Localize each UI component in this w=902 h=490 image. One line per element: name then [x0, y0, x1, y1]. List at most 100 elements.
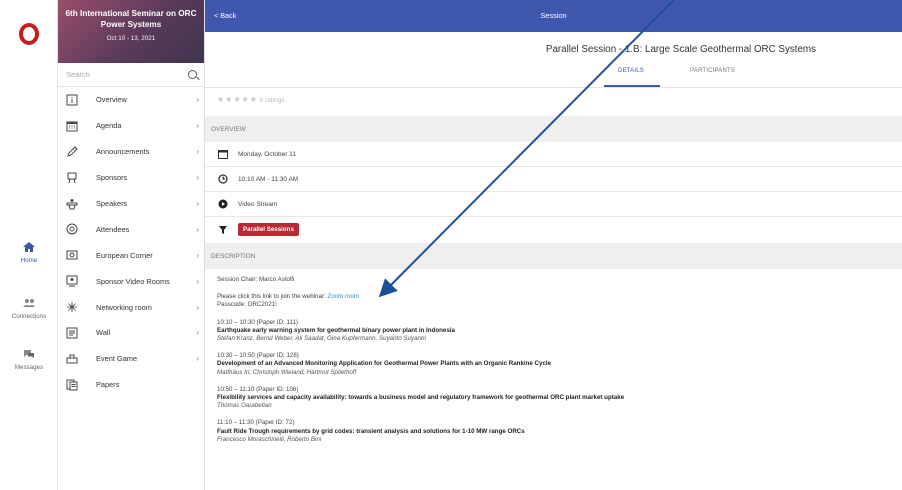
rail-messages[interactable]: Messages	[0, 347, 58, 371]
rail-messages-label: Messages	[14, 364, 44, 371]
sidebar-item-networking-room[interactable]: Networking room ›	[58, 294, 204, 320]
sidebar-item-speakers[interactable]: Speakers ›	[58, 191, 204, 217]
zoom-room-link[interactable]: Zoom room	[327, 293, 359, 300]
search-placeholder: Search	[66, 70, 90, 79]
sidebar-item-sponsors[interactable]: Sponsors ›	[58, 165, 204, 191]
sidebar-item-label: Sponsors	[96, 173, 128, 183]
sidebar-item-label: Sponsor Video Rooms	[96, 276, 170, 286]
chevron-right-icon: ›	[196, 328, 199, 338]
video-screen-icon	[65, 274, 79, 288]
wall-post-icon	[65, 326, 79, 340]
session-header: < Back Session	[205, 0, 902, 32]
star-rating-icon[interactable]: ★★★★★	[217, 95, 258, 104]
sidebar-item-label: Wall	[96, 328, 111, 338]
sidebar-item-european-corner[interactable]: European Corner ›	[58, 242, 204, 268]
rating-bar[interactable]: ★★★★★ 0 ratings	[217, 95, 285, 104]
home-icon	[23, 242, 35, 252]
clock-icon	[218, 174, 228, 184]
sidebar-item-label: Overview	[96, 95, 127, 105]
sidebar-item-papers[interactable]: Papers	[58, 372, 204, 398]
tab-participants[interactable]: PARTICIPANTS	[690, 68, 735, 74]
tab-details[interactable]: DETAILS	[618, 68, 644, 74]
app-logo	[19, 23, 39, 45]
event-dates: Oct 10 - 13, 2021	[106, 35, 156, 42]
sidebar-item-wall[interactable]: Wall ›	[58, 320, 204, 346]
sidebar-item-sponsor-video-rooms[interactable]: Sponsor Video Rooms ›	[58, 268, 204, 294]
sidebar-item-label: Speakers	[96, 199, 128, 208]
paper-title: Development of an Advanced Monitoring Ap…	[217, 360, 552, 368]
badge-icon	[65, 222, 79, 236]
session-title: Parallel Session - 1.B: Large Scale Geot…	[545, 44, 816, 55]
sidebar-item-event-game[interactable]: Event Game ›	[58, 346, 204, 372]
event-banner: 6th International Seminar on ORC Power S…	[58, 0, 204, 63]
session-time: 10:10 AM - 11:30 AM	[238, 175, 299, 183]
session-details: Parallel Session - 1.B: Large Scale Geot…	[205, 32, 902, 490]
chevron-right-icon: ›	[196, 250, 199, 260]
overview-section-header: OVERVIEW	[205, 116, 902, 142]
passcode: Passcode: ORC2021!	[217, 301, 277, 309]
sidebar-item-attendees[interactable]: Attendees ›	[58, 216, 204, 242]
sidebar-item-announcements[interactable]: Announcements ›	[58, 139, 204, 165]
calendar-icon	[65, 119, 79, 133]
chevron-right-icon: ›	[196, 276, 199, 286]
paper-slot: 10:30 – 10:50 (Paper ID: 128)	[217, 352, 299, 360]
chevron-right-icon: ›	[196, 95, 199, 105]
event-sidebar: 6th International Seminar on ORC Power S…	[58, 0, 205, 490]
video-stream-row[interactable]: Video Stream	[205, 192, 902, 217]
sidebar-item-label: Agenda	[96, 121, 122, 131]
session-date: Monday, October 11	[238, 150, 296, 158]
paper-authors: Stefan Kranz, Bernd Weber, Ali Saadat, G…	[217, 335, 427, 343]
game-icon	[65, 352, 79, 366]
rail-home-label: Home	[20, 257, 38, 264]
sidebar-menu: Overview › Agenda › Announcements › Sponsor…	[58, 87, 204, 398]
header-title: Session	[540, 11, 567, 20]
session-date-row: Monday, October 11	[205, 142, 902, 167]
network-icon	[65, 300, 79, 314]
session-tabs: DETAILS PARTICIPANTS	[205, 66, 902, 88]
search-icon[interactable]	[188, 70, 197, 79]
paper-title: Earthquake early warning system for geot…	[217, 326, 455, 334]
rail-connections-label: Connections	[11, 313, 47, 320]
sidebar-item-label: Event Game	[96, 354, 138, 364]
sidebar-item-agenda[interactable]: Agenda ›	[58, 113, 204, 139]
chevron-right-icon: ›	[196, 354, 199, 364]
play-icon	[218, 199, 228, 209]
search-input[interactable]: Search	[58, 63, 204, 87]
info-icon	[65, 93, 79, 107]
paper-authors: Francesco Moraschinelli, Roberto Bini	[217, 435, 322, 443]
paper-title: Flexibility services and capacity availa…	[217, 394, 625, 402]
session-chair: Session Chair: Marco Astolfi	[217, 276, 295, 283]
description-section-header: DESCRIPTION	[205, 243, 902, 269]
session-description: Session Chair: Marco Astolfi Please clic…	[217, 276, 887, 444]
chevron-right-icon: ›	[196, 224, 199, 234]
sidebar-item-label: European Corner	[96, 250, 153, 260]
chevron-right-icon: ›	[196, 173, 199, 183]
pen-icon	[65, 145, 79, 159]
paper-authors: Matthäus Irl, Christoph Wieland, Hartmut…	[217, 368, 357, 376]
sidebar-item-label: Papers	[96, 380, 120, 390]
session-time-row: 10:10 AM - 11:30 AM	[205, 167, 902, 192]
active-tab-indicator	[604, 85, 660, 87]
chevron-right-icon: ›	[196, 121, 199, 131]
video-stream-link[interactable]: Video Stream	[238, 201, 277, 208]
track-tag[interactable]: Parallel Sessions	[238, 223, 299, 236]
paper-authors: Thomas Garabetian	[217, 402, 272, 410]
join-webinar-text: Please click this link to join the webin…	[217, 293, 360, 301]
sidebar-item-label: Networking room	[96, 302, 152, 312]
app-rail: Home Connections Messages	[0, 0, 58, 490]
sidebar-item-overview[interactable]: Overview ›	[58, 87, 204, 113]
sidebar-item-label: Attendees	[96, 224, 130, 234]
chevron-right-icon: ›	[196, 302, 199, 312]
easel-icon	[65, 171, 79, 185]
podium-icon	[65, 197, 79, 211]
session-track-row: Parallel Sessions	[205, 217, 902, 242]
paper-slot: 10:10 – 10:30 (Paper ID: 111)	[217, 318, 298, 326]
chevron-right-icon: ›	[196, 147, 199, 157]
paper-slot: 10:50 – 11:10 (Paper ID: 106)	[217, 385, 299, 393]
rail-connections[interactable]: Connections	[0, 296, 58, 320]
calendar-icon	[218, 149, 228, 159]
chevron-right-icon: ›	[196, 199, 199, 208]
rail-home[interactable]: Home	[0, 240, 58, 264]
event-title: 6th International Seminar on ORC Power S…	[65, 9, 197, 29]
paper-title: Fault Ride Trough requirements by grid c…	[217, 427, 525, 435]
